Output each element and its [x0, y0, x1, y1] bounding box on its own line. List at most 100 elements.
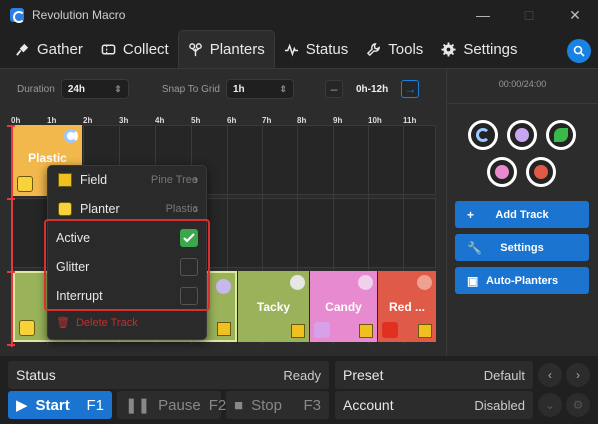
planter-ring-leaf[interactable] — [546, 120, 576, 150]
tab-status-label: Status — [305, 40, 349, 58]
main-tabs: Gather Collect Planters Status Tools Set… — [0, 30, 598, 68]
hour-label: 3h — [119, 116, 129, 125]
settings-label: Settings — [500, 241, 544, 254]
pause-hotkey: F2 — [208, 396, 227, 414]
leaf-icon — [554, 128, 568, 142]
auto-planters-label: Auto-Planters — [485, 274, 559, 287]
tab-planters-label: Planters — [209, 41, 265, 58]
duration-label: Duration — [17, 83, 55, 95]
tab-collect[interactable]: Collect — [92, 30, 178, 68]
preset-select[interactable]: Preset Default — [335, 361, 533, 389]
window-title: Revolution Macro — [32, 8, 126, 22]
planter-block-label: Plastic — [28, 150, 67, 165]
preset-prev-button[interactable]: ‹ — [538, 363, 562, 387]
plastic-planter-icon — [58, 202, 72, 216]
hour-label: 9h — [333, 116, 343, 125]
plus-icon: + — [467, 208, 475, 222]
tab-tools[interactable]: Tools — [357, 30, 432, 68]
timer-readout: 00:00/24:00 — [498, 79, 547, 89]
sprout-icon — [188, 43, 202, 57]
tab-settings[interactable]: Settings — [432, 30, 526, 68]
title-bar: Revolution Macro — □ ✕ — [0, 0, 598, 30]
preset-label: Preset — [343, 367, 384, 383]
chevron-right-icon: › — [576, 368, 580, 382]
hour-label: 6h — [227, 116, 237, 125]
planter-block-tacky[interactable]: Tacky — [238, 271, 309, 342]
chevron-updown-icon: ⇕ — [114, 83, 122, 94]
preset-next-button[interactable]: › — [566, 363, 590, 387]
search-button[interactable] — [567, 39, 591, 63]
selection-highlight — [44, 219, 210, 311]
chevron-left-icon: ‹ — [548, 368, 552, 382]
plastic-planter-icon — [17, 176, 33, 192]
settings-button[interactable]: 🔧 Settings — [455, 234, 589, 261]
status-bar: Status Ready — [8, 361, 329, 389]
field-icon — [291, 324, 305, 338]
snap-select[interactable]: 1h ⇕ — [226, 79, 294, 99]
pause-button[interactable]: ❚❚ Pause F2 — [117, 391, 226, 419]
minimize-button[interactable]: — — [460, 0, 506, 30]
context-menu-field[interactable]: Field Pine Tree › — [48, 166, 208, 194]
tab-planters[interactable]: Planters — [177, 30, 275, 68]
arrow-right-icon: → — [404, 82, 417, 96]
planter-block-candy[interactable]: Candy — [310, 271, 377, 342]
pulse-icon — [284, 43, 298, 57]
tab-gather[interactable]: Gather — [6, 30, 92, 68]
account-select[interactable]: Account Disabled — [335, 391, 533, 419]
gear-icon: ⚙ — [572, 398, 584, 412]
range-next-button[interactable]: → — [401, 80, 420, 98]
preset-value: Default — [483, 367, 525, 383]
ticket-icon — [101, 44, 116, 54]
account-value: Disabled — [474, 397, 525, 413]
account-settings-button[interactable]: ⚙ — [566, 393, 590, 417]
search-icon — [573, 45, 585, 57]
red-planter-icon — [382, 322, 398, 338]
hour-label: 11h — [403, 116, 417, 125]
stop-icon: ■ — [234, 396, 244, 414]
duration-select[interactable]: 24h ⇕ — [60, 79, 129, 99]
delete-track-label: Delete Track — [75, 316, 138, 329]
hour-label: 10h — [368, 116, 382, 125]
wrench-icon: 🔧 — [467, 241, 482, 255]
planter-ring-refresh[interactable] — [487, 157, 517, 187]
bulb-icon — [515, 128, 529, 142]
bottom-bar: Status Ready Preset Default ‹ › ▶ Start … — [0, 356, 598, 424]
stop-button[interactable]: ■ Stop F3 — [226, 391, 329, 419]
play-icon: ▶ — [16, 397, 28, 414]
refresh-icon — [495, 165, 509, 179]
tab-status[interactable]: Status — [275, 30, 358, 68]
add-track-label: Add Track — [495, 208, 549, 221]
current-time-marker — [11, 125, 13, 347]
field-icon — [359, 324, 373, 338]
app-logo-icon — [10, 8, 25, 23]
timeline-controls: Duration 24h ⇕ Snap To Grid 1h ⇕ – 0h-12… — [0, 69, 446, 109]
auto-planters-button[interactable]: ▣ Auto-Planters — [455, 267, 589, 294]
maximize-button[interactable]: □ — [506, 0, 552, 30]
hour-label: 8h — [297, 116, 307, 125]
close-button[interactable]: ✕ — [552, 0, 598, 30]
start-hotkey: F1 — [86, 396, 104, 414]
minus-icon: – — [330, 82, 338, 96]
delete-track-button[interactable]: 🗑 Delete Track — [56, 316, 138, 330]
planter-ring-fire[interactable] — [526, 157, 556, 187]
account-dropdown-button[interactable]: ⌄ — [538, 393, 562, 417]
time-marker-tick — [7, 198, 15, 200]
account-label: Account — [343, 397, 394, 413]
wrench-icon — [367, 42, 381, 56]
moon-icon — [64, 129, 78, 143]
snap-value: 1h — [233, 83, 245, 95]
start-button[interactable]: ▶ Start F1 — [8, 391, 112, 419]
robot-icon: ▣ — [467, 274, 479, 288]
tab-tools-label: Tools — [388, 40, 424, 58]
pause-icon: ❚❚ — [125, 397, 151, 414]
field-icon — [58, 173, 72, 187]
planter-block-red[interactable]: Red ... — [378, 271, 436, 342]
add-track-button[interactable]: + Add Track — [455, 201, 589, 228]
candy-planter-icon — [314, 322, 330, 338]
stop-label: Stop — [251, 396, 282, 414]
range-prev-button[interactable]: – — [325, 80, 343, 98]
planter-ring-moon[interactable] — [468, 120, 498, 150]
planter-ring-bulb[interactable] — [507, 120, 537, 150]
field-label: Field — [80, 173, 108, 187]
fire-icon — [534, 165, 548, 179]
